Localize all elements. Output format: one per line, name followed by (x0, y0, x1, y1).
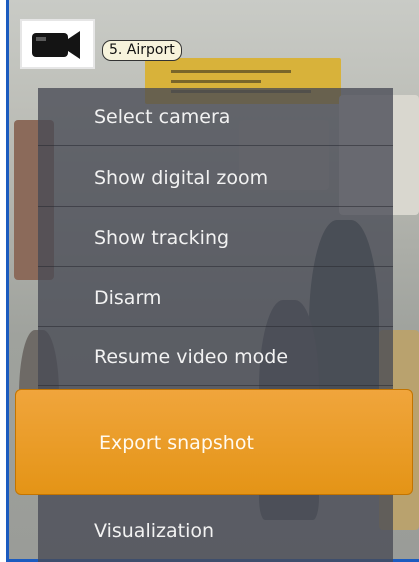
menu-item-label: Resume video mode (94, 346, 289, 368)
menu-item-select-camera[interactable]: Select camera (38, 88, 393, 146)
camera-name-label[interactable]: 5. Airport (102, 40, 182, 61)
menu-item-label: Export snapshot (99, 432, 254, 454)
menu-item-label: Show digital zoom (94, 167, 269, 189)
camera-context-menu: Select camera Show digital zoom Show tra… (15, 88, 413, 562)
menu-item-label: Visualization (94, 520, 215, 542)
menu-item-label: Show tracking (94, 227, 230, 249)
menu-item-label: Select camera (94, 106, 231, 128)
menu-item-export-snapshot[interactable]: Export snapshot (15, 389, 413, 495)
camera-viewport[interactable]: 5. Airport Select camera Show digital zo… (0, 0, 419, 562)
menu-item-show-tracking[interactable]: Show tracking (38, 209, 393, 267)
menu-item-resume-video-mode[interactable]: Resume video mode (38, 328, 393, 386)
menu-item-disarm[interactable]: Disarm (38, 269, 393, 327)
menu-item-label: Disarm (94, 287, 162, 309)
menu-item-visualization[interactable]: Visualization (38, 502, 393, 560)
video-camera-icon[interactable] (20, 19, 95, 69)
menu-item-show-digital-zoom[interactable]: Show digital zoom (38, 149, 393, 207)
